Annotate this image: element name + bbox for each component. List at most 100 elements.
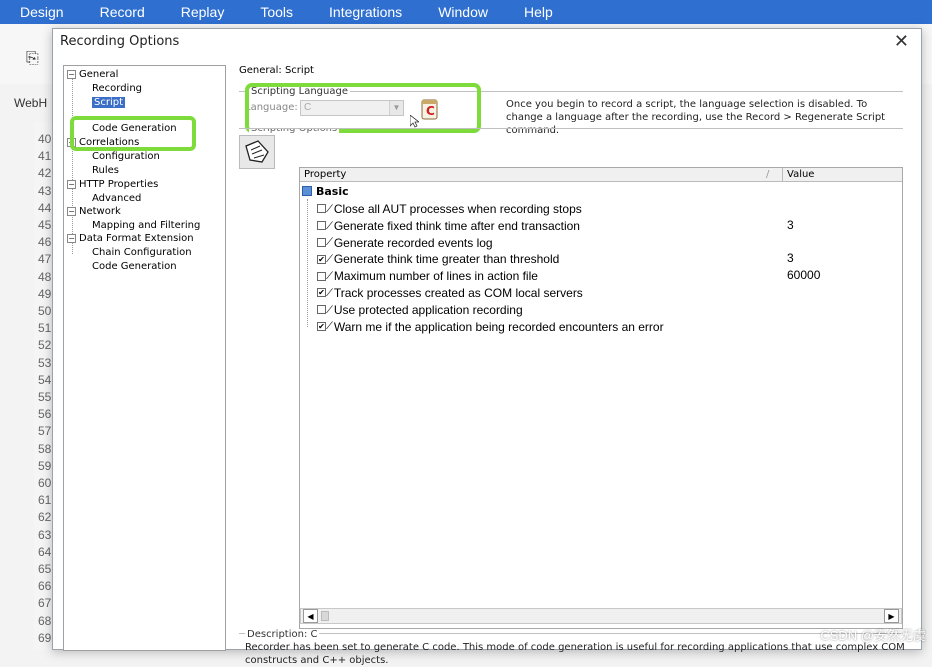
checkbox-unchecked[interactable] <box>317 305 326 315</box>
menu-design[interactable]: Design <box>20 4 64 20</box>
category-label: Basic <box>316 185 349 198</box>
line-number: 55 <box>38 390 52 404</box>
scrollbar-thumb[interactable] <box>321 611 329 621</box>
property-name: Generate think time greater than thresho… <box>333 252 560 267</box>
checkbox-checked[interactable]: ✔ <box>317 321 326 331</box>
menu-integrations[interactable]: Integrations <box>329 4 402 20</box>
property-value[interactable]: 3 <box>787 251 794 265</box>
tree-node-label-selected: Script <box>92 97 126 108</box>
property-row[interactable]: ∕ Close all AUT processes when recording … <box>317 201 582 218</box>
hand-pointer-icon <box>239 135 275 169</box>
checkbox-checked[interactable]: ✔ <box>317 254 326 264</box>
property-name: Use protected application recording <box>333 302 523 317</box>
line-number: 45 <box>38 218 52 232</box>
tree-node-recording[interactable]: Recording <box>92 83 142 95</box>
line-number: 50 <box>38 304 52 318</box>
edit-pencil-icon: ∕ <box>329 320 331 333</box>
tree-connector <box>72 78 73 254</box>
checkbox-unchecked[interactable] <box>317 204 326 214</box>
menu-record[interactable]: Record <box>100 4 145 20</box>
property-name: Maximum number of lines in action file <box>333 269 538 284</box>
tree-node-rules[interactable]: Rules <box>92 165 119 177</box>
property-name: Generate fixed think time after end tran… <box>333 218 580 233</box>
tree-node-general[interactable]: − General <box>67 69 118 81</box>
menu-tools[interactable]: Tools <box>260 4 293 20</box>
background-tab-label[interactable]: WebH <box>14 96 47 110</box>
checkbox-unchecked[interactable] <box>317 221 326 231</box>
tree-node-label: Data Format Extension <box>79 233 194 244</box>
tree-node-network[interactable]: − Network <box>67 206 121 218</box>
property-row[interactable]: ∕ Use protected application recording <box>317 302 523 319</box>
scroll-left-button[interactable]: ◀ <box>303 609 318 623</box>
property-value[interactable]: 60000 <box>787 268 820 282</box>
tree-node-label: Code Generation <box>92 261 177 272</box>
options-tree: − General Recording Script Protocols Code… <box>63 65 226 651</box>
line-number: 53 <box>38 355 52 370</box>
horizontal-scrollbar[interactable]: ◀ ▶ <box>300 608 902 624</box>
tree-node-label: Mapping and Filtering <box>92 220 201 231</box>
property-row[interactable]: ✔ ∕ Generate think time greater than thres… <box>317 251 559 268</box>
highlight-box-tree <box>70 116 196 151</box>
menu-help[interactable]: Help <box>524 4 553 20</box>
tree-node-data-format-extension[interactable]: − Data Format Extension <box>67 233 194 245</box>
menu-window[interactable]: Window <box>438 4 488 20</box>
description-text: Recorder has been set to generate C code… <box>245 642 905 666</box>
line-number: 66 <box>38 579 52 594</box>
tree-node-advanced[interactable]: Advanced <box>92 193 141 205</box>
category-icon <box>302 186 312 196</box>
checkbox-unchecked[interactable] <box>317 237 326 247</box>
checkbox-unchecked[interactable] <box>317 271 326 281</box>
line-number: 46 <box>38 235 52 250</box>
line-number: 44 <box>38 200 52 215</box>
line-number: 69 <box>38 630 52 645</box>
tree-node-script[interactable]: Script <box>92 97 126 109</box>
tree-node-label: Configuration <box>92 151 160 162</box>
line-number: 51 <box>38 321 52 336</box>
line-number: 48 <box>38 269 52 284</box>
property-row[interactable]: ✔ ∕ Track processes created as COM local s… <box>317 285 583 302</box>
line-number: 65 <box>38 562 52 576</box>
collapse-icon[interactable]: − <box>67 233 76 243</box>
line-number: 47 <box>38 252 52 267</box>
close-icon[interactable]: ✕ <box>894 31 909 52</box>
collapse-icon[interactable]: − <box>67 206 76 216</box>
grid-tree-connector <box>307 199 308 327</box>
column-separator[interactable] <box>782 168 783 182</box>
property-value[interactable]: 3 <box>787 218 794 232</box>
edit-pencil-icon: ∕ <box>329 236 331 249</box>
line-number: 59 <box>38 458 52 473</box>
collapse-icon[interactable]: − <box>67 179 76 189</box>
property-name: Track processes created as COM local ser… <box>333 285 583 300</box>
tree-node-configuration[interactable]: Configuration <box>92 151 160 163</box>
page-title: General: Script <box>239 65 314 76</box>
column-header-property[interactable]: Property <box>304 169 346 180</box>
property-name: Generate recorded events log <box>333 235 493 250</box>
script-file-icon[interactable]: ⎘ <box>26 50 39 68</box>
collapse-icon[interactable]: − <box>67 69 76 79</box>
tree-node-label: Network <box>79 206 121 217</box>
column-header-value[interactable]: Value <box>787 169 814 180</box>
dialog-title: Recording Options <box>60 34 180 49</box>
property-row[interactable]: ✔ ∕ Warn me if the application being recor… <box>317 319 664 336</box>
edit-pencil-icon: ∕ <box>329 303 331 316</box>
edit-pencil-icon: ∕ <box>329 253 331 266</box>
grid-header: Property / Value <box>300 168 902 182</box>
property-row[interactable]: ∕ Generate recorded events log <box>317 235 493 252</box>
category-basic[interactable]: Basic <box>302 185 349 198</box>
tree-node-label: Recording <box>92 83 143 94</box>
line-number: 60 <box>38 476 52 490</box>
line-number: 61 <box>38 493 52 508</box>
line-number: 52 <box>38 338 52 353</box>
menu-bar: Design Record Replay Tools Integrations … <box>0 0 932 24</box>
tree-node-label: Advanced <box>92 193 142 204</box>
tree-node-chain-configuration[interactable]: Chain Configuration <box>92 247 192 259</box>
tree-node-mapping-and-filtering[interactable]: Mapping and Filtering <box>92 220 200 232</box>
tree-node-code-generation-2[interactable]: Code Generation <box>92 261 177 273</box>
checkbox-checked[interactable]: ✔ <box>317 288 326 298</box>
property-row[interactable]: ∕ Generate fixed think time after end tra… <box>317 218 580 235</box>
menu-replay[interactable]: Replay <box>181 4 225 20</box>
property-row[interactable]: ∕ Maximum number of lines in action file <box>317 268 538 285</box>
line-number: 64 <box>38 544 52 559</box>
tree-node-http-properties[interactable]: − HTTP Properties <box>67 179 158 191</box>
scroll-right-button[interactable]: ▶ <box>884 609 899 623</box>
